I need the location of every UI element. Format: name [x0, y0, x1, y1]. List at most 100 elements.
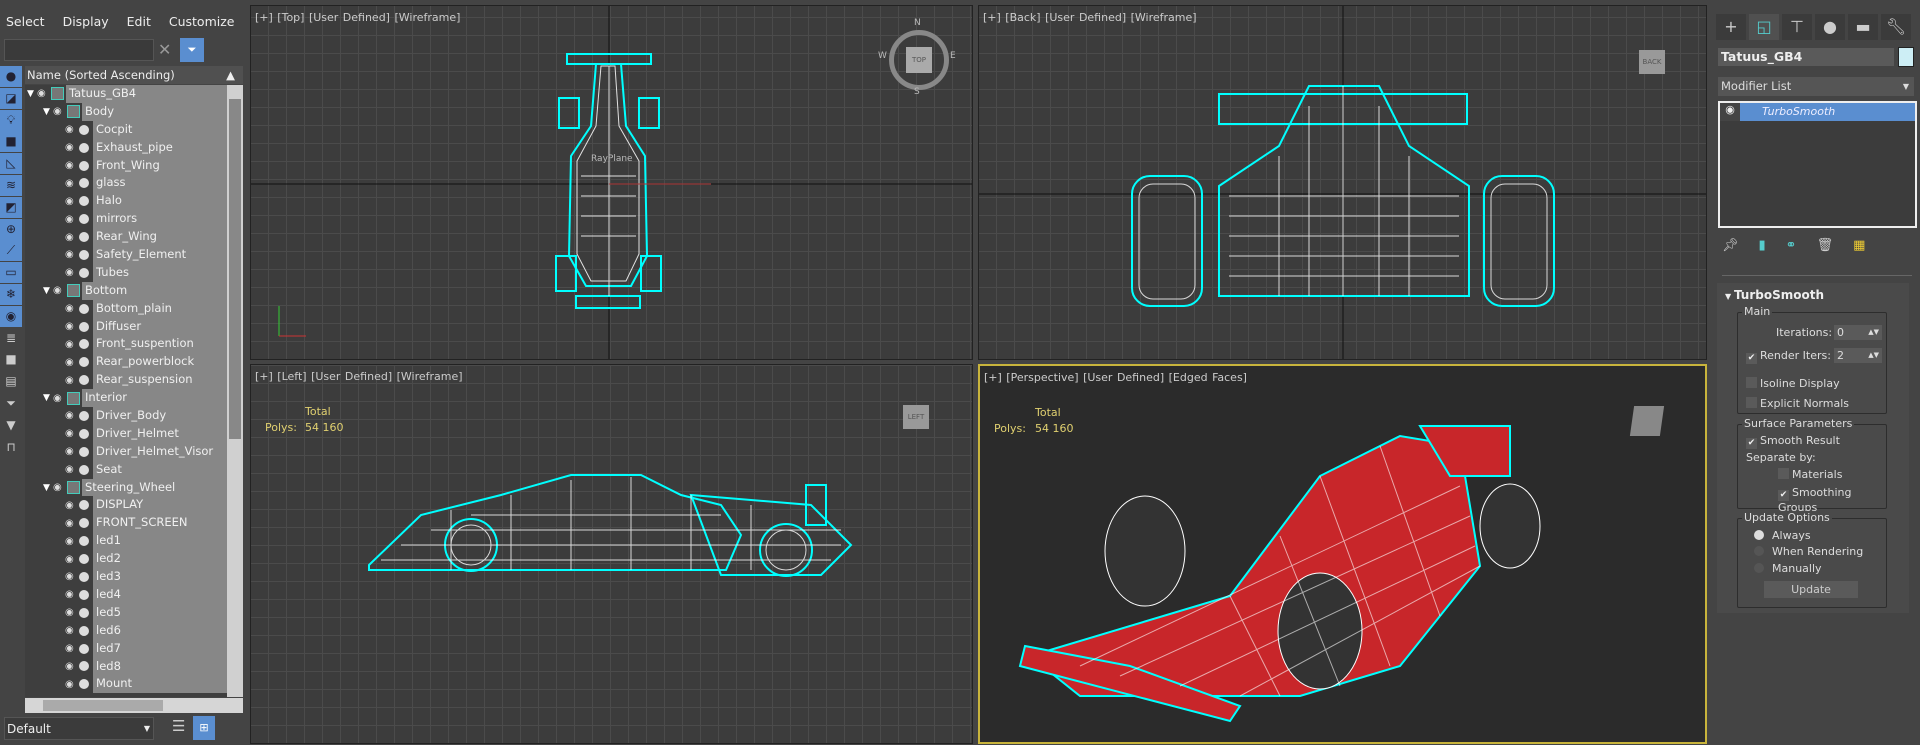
modify-tab-icon[interactable]: ◱: [1749, 14, 1779, 40]
materials-checkbox[interactable]: Materials: [1778, 468, 1842, 481]
eye-icon[interactable]: ◉: [65, 518, 79, 529]
tree-item[interactable]: ▼ ◉ Interior: [25, 389, 227, 408]
stack-item-turbosmooth[interactable]: ◉ TurboSmooth: [1720, 103, 1915, 121]
eye-icon[interactable]: ◉: [65, 625, 79, 636]
eye-icon[interactable]: ◉: [65, 500, 79, 511]
lights-filter-icon[interactable]: 💡︎: [0, 109, 22, 131]
tree-item[interactable]: ◉ glass: [25, 174, 227, 193]
eye-icon[interactable]: ◉: [53, 106, 67, 117]
explorer-search-input[interactable]: [4, 39, 154, 61]
tree-item[interactable]: ◉ Front_suspention: [25, 335, 227, 354]
tree-vertical-scrollbar[interactable]: [227, 85, 243, 697]
eye-icon[interactable]: ◉: [65, 303, 79, 314]
containers-filter-icon[interactable]: ▭: [0, 262, 22, 284]
eye-icon[interactable]: ◉: [65, 428, 79, 439]
when-rendering-radio[interactable]: When Rendering: [1754, 545, 1863, 558]
expand-arrow-icon[interactable]: ▼: [43, 286, 53, 296]
eye-icon[interactable]: ◉: [65, 339, 79, 350]
pin-stack-icon[interactable]: 📌︎: [1722, 238, 1739, 253]
configure-sets-icon[interactable]: ▦: [1853, 238, 1865, 253]
eye-icon[interactable]: ◉: [65, 679, 79, 690]
eye-icon[interactable]: ◉: [53, 393, 67, 404]
tree-item[interactable]: ◉ Driver_Helmet: [25, 424, 227, 443]
eye-icon[interactable]: ◉: [65, 178, 79, 189]
viewport-perspective[interactable]: [+] [Perspective] [User Defined] [Edged …: [978, 364, 1707, 744]
clear-search-icon[interactable]: ✕: [158, 40, 171, 59]
tree-item[interactable]: ◉ Safety_Element: [25, 246, 227, 264]
filter-selection-icon[interactable]: ⏷: [180, 38, 204, 62]
eye-icon[interactable]: ◉: [65, 267, 79, 278]
viewport-top[interactable]: [+] [Top] [User Defined] [Wireframe] Ray…: [250, 5, 973, 360]
menu-select[interactable]: Select: [6, 14, 45, 29]
tree-item[interactable]: ◉ Tubes: [25, 263, 227, 282]
tree-item[interactable]: ◉ Exhaust_pipe: [25, 138, 227, 157]
tree-horizontal-scrollbar[interactable]: [25, 698, 243, 713]
tree-item[interactable]: ◉ Rear_Wing: [25, 228, 227, 247]
expand-arrow-icon[interactable]: ▼: [27, 89, 37, 99]
tree-item[interactable]: ◉ Cocpit: [25, 120, 227, 139]
eye-icon[interactable]: ◉: [65, 214, 79, 225]
manually-radio[interactable]: Manually: [1754, 562, 1822, 575]
geometry-filter-icon[interactable]: ●: [0, 66, 22, 87]
viewcube[interactable]: TOP: [906, 47, 932, 73]
helpers-filter-icon[interactable]: ◺: [0, 153, 22, 175]
tree-item[interactable]: ◉ Bottom_plain: [25, 299, 227, 318]
tree-item[interactable]: ◉ Driver_Body: [25, 407, 227, 425]
utilities-tab-icon[interactable]: 🔧︎: [1881, 14, 1911, 40]
tree-item[interactable]: ◉ led4: [25, 585, 227, 604]
shapes-filter-icon[interactable]: ◪: [0, 87, 22, 109]
xrefs-filter-icon[interactable]: ⊕: [0, 218, 22, 240]
eye-icon[interactable]: ◉: [1720, 103, 1740, 121]
eye-icon[interactable]: ◉: [53, 285, 67, 296]
menu-edit[interactable]: Edit: [127, 14, 151, 29]
hierarchy-tab-icon[interactable]: ⊤: [1782, 14, 1812, 40]
eye-icon[interactable]: ◉: [65, 124, 79, 135]
eye-icon[interactable]: ◉: [65, 589, 79, 600]
viewport-left[interactable]: [+] [Left] [User Defined] [Wireframe] To…: [250, 364, 973, 744]
tree-item[interactable]: ▼ ◉ Steering_Wheel: [25, 478, 227, 497]
tree-item[interactable]: ◉ mirrors: [25, 210, 227, 229]
eye-icon[interactable]: ◉: [65, 196, 79, 207]
eye-icon[interactable]: ◉: [65, 321, 79, 332]
eye-icon[interactable]: ◉: [65, 643, 79, 654]
show-end-result-icon[interactable]: ▮: [1759, 238, 1766, 253]
update-button[interactable]: Update: [1764, 581, 1858, 598]
modifier-list-dropdown[interactable]: Modifier List ▼: [1718, 77, 1914, 96]
eye-icon[interactable]: ◉: [65, 375, 79, 386]
isoline-checkbox[interactable]: Isoline Display: [1746, 377, 1840, 390]
eye-icon[interactable]: ◉: [65, 464, 79, 475]
bones-filter-icon[interactable]: ⟋: [0, 240, 22, 262]
eye-icon[interactable]: ◉: [53, 482, 67, 493]
filter-icon[interactable]: ▼: [0, 415, 22, 436]
tree-item[interactable]: ◉ led6: [25, 621, 227, 640]
expand-arrow-icon[interactable]: ▼: [43, 393, 53, 403]
cameras-filter-icon[interactable]: ■: [0, 131, 22, 153]
tree-item[interactable]: ◉ led5: [25, 603, 227, 622]
eye-icon[interactable]: ◉: [65, 142, 79, 153]
tree-item[interactable]: ◉ Driver_Helmet_Visor: [25, 442, 227, 461]
eye-icon[interactable]: ◉: [65, 536, 79, 547]
sort-by-hierarchy-icon[interactable]: ⊞: [193, 716, 215, 740]
viewport-back[interactable]: [+] [Back] [User Defined] [Wireframe] BA…: [978, 5, 1707, 360]
tree-item[interactable]: ◉ led7: [25, 639, 227, 658]
scrollbar-thumb[interactable]: [43, 700, 163, 711]
display-all-icon[interactable]: ≣: [0, 328, 22, 349]
eye-icon[interactable]: ◉: [65, 357, 79, 368]
menu-display[interactable]: Display: [63, 14, 109, 29]
tree-item[interactable]: ◉ Rear_suspension: [25, 371, 227, 390]
tree-item[interactable]: ◉ Halo: [25, 192, 227, 211]
tree-item[interactable]: ◉ Diffuser: [25, 317, 227, 336]
create-tab-icon[interactable]: +: [1716, 14, 1746, 40]
tree-item[interactable]: ▼ ◉ Body: [25, 102, 227, 121]
make-unique-icon[interactable]: ⚭: [1786, 238, 1797, 253]
tree-item[interactable]: ◉ Seat: [25, 460, 227, 479]
remove-modifier-icon[interactable]: 🗑︎: [1817, 238, 1834, 253]
tree-item[interactable]: ◉ led2: [25, 550, 227, 569]
tree-item[interactable]: ◉ FRONT_SCREEN: [25, 514, 227, 533]
particles-filter-icon[interactable]: ❄: [0, 283, 22, 305]
expand-arrow-icon[interactable]: ▼: [43, 483, 53, 493]
smooth-result-checkbox[interactable]: ✔ Smooth Result: [1746, 434, 1840, 449]
eye-icon[interactable]: ◉: [65, 661, 79, 672]
iterations-spinner[interactable]: 0 ▲▼: [1834, 325, 1882, 340]
viewcube-compass[interactable]: TOP N W E S: [878, 18, 956, 97]
